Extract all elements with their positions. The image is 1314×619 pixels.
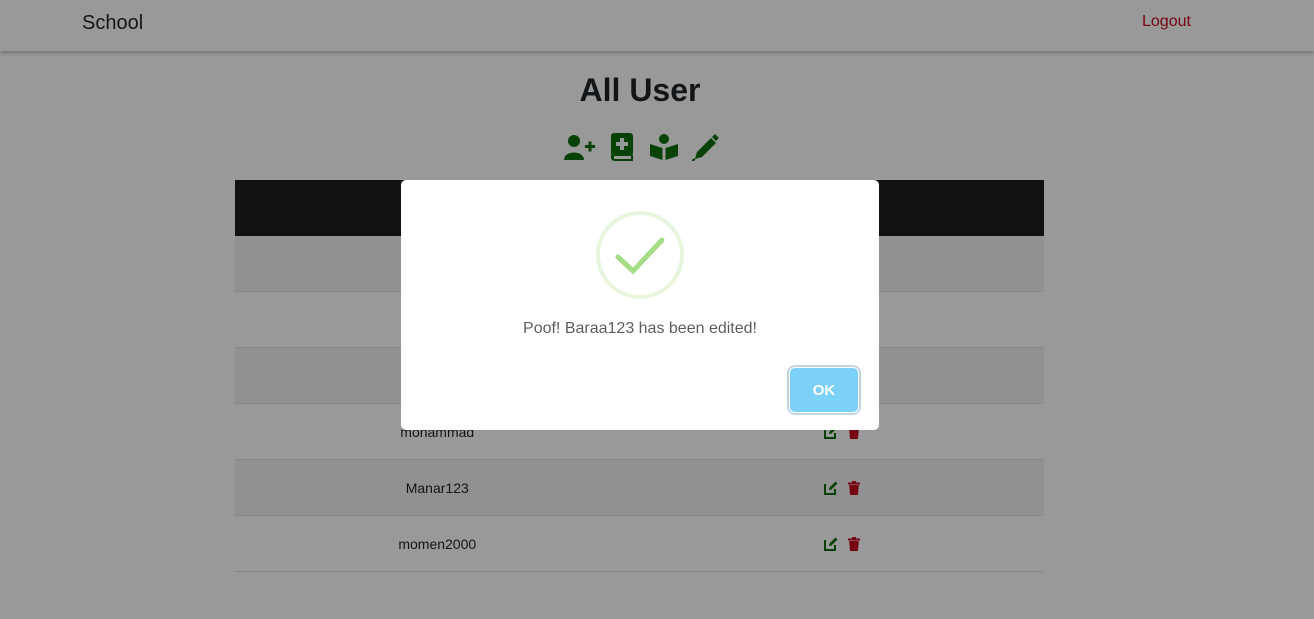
alert-message: Poof! Baraa123 has been edited! xyxy=(523,320,757,337)
success-check-icon xyxy=(596,211,684,304)
alert-dialog: Poof! Baraa123 has been edited! OK xyxy=(401,180,879,430)
ok-button[interactable]: OK xyxy=(790,368,858,412)
